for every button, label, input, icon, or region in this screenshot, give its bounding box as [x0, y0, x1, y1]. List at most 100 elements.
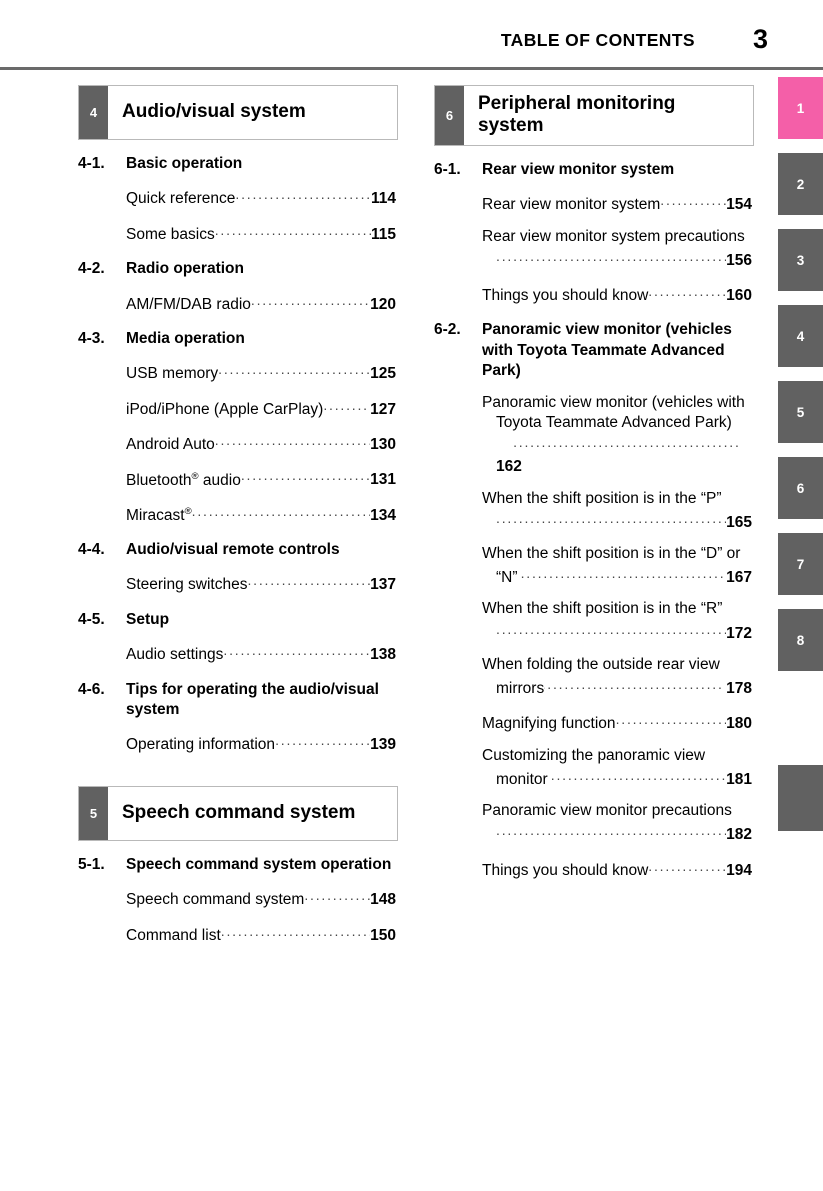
- toc-entry-page: 150: [370, 927, 396, 944]
- toc-section-heading: 4-6.Tips for operating the audio/visual …: [78, 680, 398, 721]
- index-tab-4[interactable]: 4: [778, 305, 823, 367]
- section-number: 6-1.: [434, 160, 482, 180]
- toc-entry[interactable]: Miracast®...............................…: [126, 502, 398, 526]
- toc-entry-page: 137: [370, 577, 396, 594]
- toc-entry-page: 194: [726, 862, 752, 879]
- toc-entry-title: Rear view monitor system precautions: [482, 228, 745, 245]
- toc-entry-title: Things you should know: [482, 862, 648, 879]
- toc-entry[interactable]: When the shift position is in the “D” or…: [482, 544, 754, 588]
- toc-entry-page: 138: [370, 646, 396, 663]
- dot-leader: ......................: [251, 291, 370, 309]
- section-number: 4-1.: [78, 154, 126, 174]
- index-tab-8[interactable]: 8: [778, 609, 823, 671]
- toc-entry-page: 148: [370, 891, 396, 908]
- index-tab-3[interactable]: 3: [778, 229, 823, 291]
- dot-leader: .............................: [218, 360, 370, 378]
- toc-entry-page: 165: [726, 514, 752, 531]
- toc-entry[interactable]: Panoramic view monitor precautions......…: [482, 801, 754, 845]
- section-number: 4-2.: [78, 259, 126, 279]
- toc-entry-page: 114: [371, 191, 396, 208]
- dot-leader: .............................: [215, 431, 370, 449]
- index-tab-7[interactable]: 7: [778, 533, 823, 595]
- toc-entry[interactable]: Things you should know..............194: [482, 857, 754, 881]
- chapter-number-badge: 4: [79, 86, 108, 139]
- toc-entry-page: 134: [370, 507, 396, 524]
- toc-entry-page: 167: [726, 569, 752, 586]
- toc-entry-page: 162: [496, 458, 522, 475]
- toc-entry[interactable]: Bluetooth® audio........................…: [126, 466, 398, 490]
- toc-entry-title: Rear view monitor system: [482, 196, 660, 213]
- section-label: Basic operation: [126, 154, 398, 174]
- index-tab-label: 6: [797, 481, 805, 496]
- section-number: 6-2.: [434, 320, 482, 381]
- toc-entry[interactable]: Android Auto............................…: [126, 431, 398, 455]
- toc-entry-title: Panoramic view monitor (vehicles with To…: [482, 394, 745, 431]
- toc-entry[interactable]: Quick reference.........................…: [126, 185, 398, 209]
- index-tab-label: 1: [797, 101, 805, 116]
- toc-entry-title: Bluetooth® audio: [126, 472, 241, 489]
- toc-entry[interactable]: AM/FM/DAB radio......................120: [126, 291, 398, 315]
- index-tab-5[interactable]: 5: [778, 381, 823, 443]
- toc-entry-title: When the shift position is in the “P”: [482, 490, 722, 507]
- dot-leader: ........................................: [518, 564, 727, 582]
- index-tab-blank[interactable]: [778, 765, 823, 831]
- toc-entry[interactable]: Things you should know..............160: [482, 282, 754, 306]
- toc-entry-page: 130: [370, 436, 396, 453]
- toc-entry[interactable]: Panoramic view monitor (vehicles with To…: [482, 393, 754, 478]
- toc-entry[interactable]: iPod/iPhone (Apple CarPlay).........127: [126, 396, 398, 420]
- toc-entry[interactable]: When the shift position is in the “R”...…: [482, 599, 754, 643]
- dot-leader: ..................: [275, 731, 370, 749]
- toc-entry[interactable]: Magnifying function.....................…: [482, 710, 754, 734]
- toc-entry-title: Things you should know: [482, 287, 648, 304]
- toc-entry[interactable]: Audio settings..........................…: [126, 641, 398, 665]
- registered-trademark-icon: ®: [192, 470, 199, 481]
- index-tab-6[interactable]: 6: [778, 457, 823, 519]
- toc-entry[interactable]: When the shift position is in the “P”...…: [482, 489, 754, 533]
- dot-leader: ..............: [648, 857, 726, 875]
- index-tab-label: 8: [797, 633, 805, 648]
- dot-leader: ........................................…: [496, 509, 726, 527]
- section-label: Media operation: [126, 329, 398, 349]
- index-tab-2[interactable]: 2: [778, 153, 823, 215]
- toc-entry-page: 154: [726, 196, 752, 213]
- dot-leader: ........................................…: [496, 247, 726, 265]
- toc-section-heading: 4-1.Basic operation: [78, 154, 398, 174]
- toc-entry[interactable]: Rear view monitor system precautions....…: [482, 227, 754, 271]
- toc-entry[interactable]: Speech command system............148: [126, 886, 398, 910]
- toc-entry-page: 180: [726, 716, 752, 733]
- toc-entry-page: 127: [370, 401, 396, 418]
- section-number: 4-3.: [78, 329, 126, 349]
- toc-section-heading: 4-5.Setup: [78, 610, 398, 630]
- toc-section-heading: 5-1.Speech command system operation: [78, 855, 398, 875]
- toc-section-heading: 4-2.Radio operation: [78, 259, 398, 279]
- section-number: 4-4.: [78, 540, 126, 560]
- dot-leader: ........................................…: [510, 433, 740, 451]
- section-label: Speech command system operation: [126, 855, 398, 875]
- toc-entry-title: Panoramic view monitor precautions: [482, 802, 732, 819]
- toc-entry[interactable]: Some basics.............................…: [126, 221, 398, 245]
- page-title: TABLE OF CONTENTS: [501, 30, 695, 51]
- toc-right-column: 6Peripheral monitoring system6-1.Rear vi…: [434, 85, 754, 946]
- toc-entry[interactable]: Customizing the panoramic view monitor..…: [482, 746, 754, 790]
- toc-entry-page: 131: [370, 472, 396, 489]
- chapter-title: Audio/visual system: [108, 86, 397, 139]
- toc-entry-page: 125: [370, 366, 396, 383]
- toc-entry[interactable]: USB memory.............................1…: [126, 360, 398, 384]
- index-tab-label: 7: [797, 557, 805, 572]
- toc-entry[interactable]: Steering switches.......................…: [126, 571, 398, 595]
- toc-entry-page: 172: [726, 625, 752, 642]
- section-label: Panoramic view monitor (vehicles with To…: [482, 320, 754, 381]
- toc-entry[interactable]: Rear view monitor system............154: [482, 191, 754, 215]
- toc-entry-title: Command list: [126, 927, 221, 944]
- section-label: Rear view monitor system: [482, 160, 754, 180]
- dot-leader: ............: [304, 886, 370, 904]
- dot-leader: .....................: [616, 710, 727, 728]
- index-tab-1[interactable]: 1: [778, 77, 823, 139]
- dot-leader: ........................................…: [496, 821, 726, 839]
- toc-entry[interactable]: Command list............................…: [126, 922, 398, 946]
- toc-entry-title: AM/FM/DAB radio: [126, 296, 251, 313]
- toc-entry[interactable]: When folding the outside rear view mirro…: [482, 655, 754, 699]
- toc-entry-page: 139: [370, 737, 396, 754]
- chapter-index-tab-rail: 1 2 3 4 5 6 7 8: [775, 0, 823, 1191]
- toc-entry[interactable]: Operating information..................1…: [126, 731, 398, 755]
